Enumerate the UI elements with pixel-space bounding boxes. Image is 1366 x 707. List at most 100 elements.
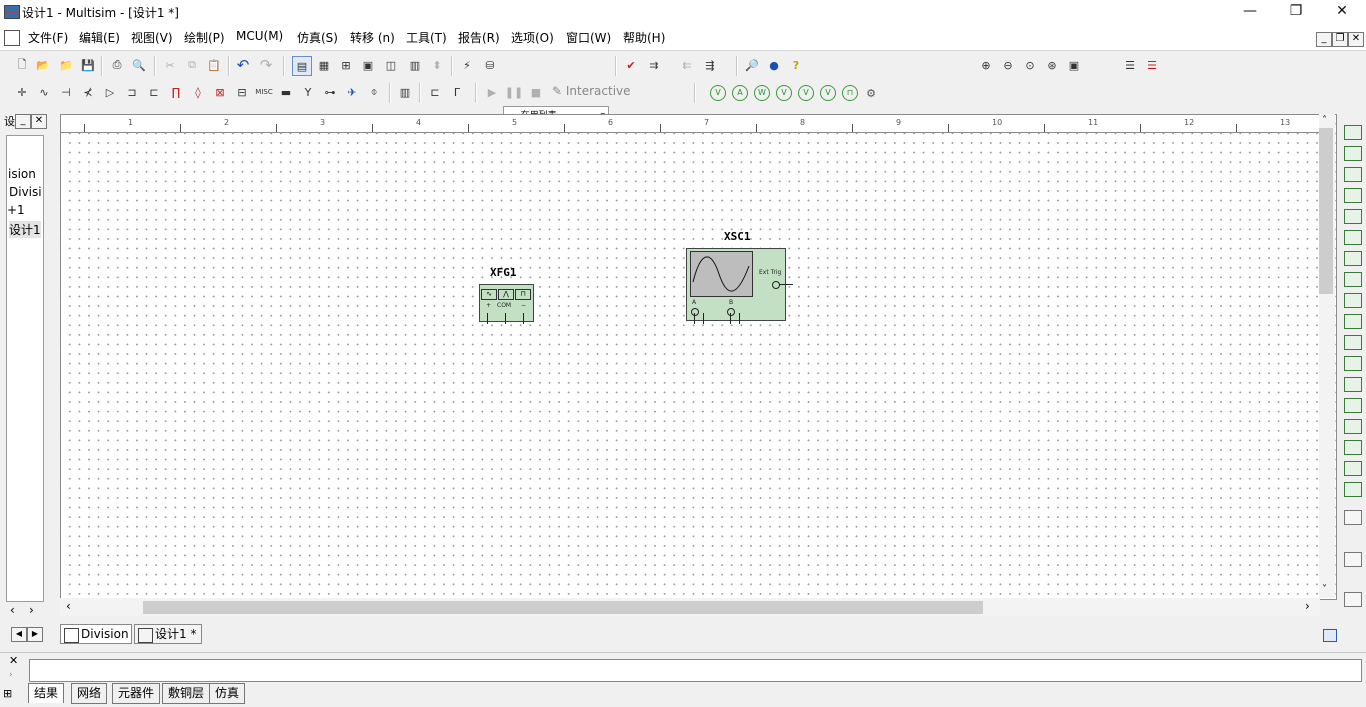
power-icon[interactable]: ⊟ [233,83,251,101]
cmos-icon[interactable]: ⊏ [145,83,163,101]
pause-icon[interactable]: ❚❚ [505,83,523,101]
probe-settings-icon[interactable]: ⚙ [862,84,880,102]
parent-sheet-icon[interactable]: ⬍ [428,56,446,74]
forward-annotate-icon[interactable]: ⇇ [678,56,696,74]
cut-icon[interactable]: ✂ [161,56,179,74]
tree-item-division-sheet[interactable]: Divisi [9,185,42,199]
scroll-left-icon[interactable]: ‹ [10,603,15,617]
distortion-analyzer-icon[interactable] [1344,356,1362,371]
minimize-button[interactable]: — [1227,0,1273,24]
agilent-function-generator-icon[interactable] [1344,419,1362,434]
undo-icon[interactable]: ↶ [234,56,252,74]
connectors-icon[interactable]: ⌽ [365,83,383,101]
component-wizard-icon[interactable]: ⚡ [458,56,476,74]
scroll-down-icon[interactable]: ˅ [1322,584,1327,595]
tab-simulation[interactable]: 仿真 [209,683,246,704]
ext-trig-terminal[interactable] [772,281,780,289]
close-button[interactable]: ✕ [1319,0,1365,24]
ni-components-icon[interactable]: ✈ [343,83,361,101]
zoom-sheet-icon[interactable]: ⊛ [1043,56,1061,74]
grapher-icon[interactable]: ◫ [382,56,400,74]
ttl-icon[interactable]: ⊐ [123,83,141,101]
find-examples-icon[interactable]: 🔎 [743,56,761,74]
spreadsheet-close-icon[interactable]: ✕ [9,654,18,667]
transfer-icon[interactable]: ⇶ [701,56,719,74]
bus-icon[interactable]: Γ [448,83,466,101]
frequency-counter-icon[interactable] [1344,251,1362,266]
menu-window[interactable]: 窗口(W) [566,29,611,46]
source-icon[interactable]: ✛ [13,83,31,101]
document-navigator-icon[interactable] [1323,629,1337,642]
xfg1-pin-minus[interactable] [523,313,524,324]
agilent-oscilloscope-icon[interactable] [1344,461,1362,476]
labview-instrument-icon[interactable] [1344,510,1362,525]
zoom-in-icon[interactable]: ⊕ [977,56,995,74]
maximize-button[interactable]: ❐ [1273,0,1319,24]
mcu-icon[interactable]: ▥ [396,83,414,101]
panel-pin-button[interactable]: _ [15,114,31,129]
hierarchical-block-icon[interactable]: ⊏ [426,83,444,101]
menu-file[interactable]: 文件(F) [28,29,68,46]
panel-next-button[interactable]: ▶ [27,627,43,642]
scroll-up-icon[interactable]: ˄ [1322,115,1327,126]
design-toolbox-icon[interactable]: ▤ [292,56,312,76]
transistor-icon[interactable]: ⊀ [79,83,97,101]
xfg1-pin-com[interactable] [505,313,506,324]
oscilloscope-icon[interactable] [1344,188,1362,203]
tektronix-oscilloscope-icon[interactable] [1344,482,1362,497]
save-icon[interactable]: 💾 [79,56,97,74]
rf-icon[interactable]: Y [299,83,317,101]
print-icon[interactable]: ⎙ [108,56,126,74]
channel-b-terminal[interactable] [727,308,735,316]
menu-mcu[interactable]: MCU(M) [236,29,283,43]
tree-item-division[interactable]: ision [8,167,36,181]
bus-vector-icon[interactable]: ☰ [1121,56,1139,74]
database-manager-icon[interactable]: ▣ [359,56,377,74]
doc-tab-design1[interactable]: 设计1 * [134,624,202,644]
misc-icon[interactable]: MISC [255,83,273,101]
tab-components[interactable]: 元器件 [112,683,161,704]
panel-close-button[interactable]: ✕ [31,114,47,129]
menu-transfer[interactable]: 转移 (n) [350,29,395,46]
horizontal-scroll-thumb[interactable] [143,601,983,614]
iv-analyzer-icon[interactable] [1344,335,1362,350]
probe-voltage-icon[interactable]: V [710,85,726,101]
xsc1-pin-b-plus[interactable] [730,313,731,324]
multimeter-icon[interactable] [1344,125,1362,140]
mixed-icon[interactable]: ◊ [189,83,207,101]
panel-prev-button[interactable]: ◀ [11,627,27,642]
probe-digital-icon[interactable]: ⊓ [842,85,858,101]
menu-tools[interactable]: 工具(T) [406,29,447,46]
menu-options[interactable]: 选项(O) [511,29,554,46]
indicator-icon[interactable]: ⊠ [211,83,229,101]
scroll-right-icon[interactable]: › [29,603,34,617]
channel-a-terminal[interactable] [691,308,699,316]
current-probe-icon[interactable] [1344,592,1362,607]
wattmeter-icon[interactable] [1344,167,1362,182]
probe-voltage-current-icon[interactable]: V [798,85,814,101]
tab-nets[interactable]: 网络 [71,683,108,704]
analog-icon[interactable]: ▷ [101,83,119,101]
hierarchy-icon[interactable]: ☰ [1143,56,1161,74]
menu-view[interactable]: 视图(V) [131,29,173,46]
paste-icon[interactable]: 📋 [205,56,223,74]
mdi-restore-button[interactable]: ❐ [1332,32,1348,47]
scroll-left-arrow-icon[interactable]: ‹ [66,599,71,613]
probe-power-icon[interactable]: W [754,85,770,101]
menu-help[interactable]: 帮助(H) [623,29,665,46]
tree-item-design1[interactable]: +1 [7,203,25,217]
probe-current-icon[interactable]: A [732,85,748,101]
probe-differential-icon[interactable]: V [776,85,792,101]
vertical-scroll-thumb[interactable] [1319,128,1333,294]
spice-netlist-icon[interactable]: ⊞ [337,56,355,74]
menu-reports[interactable]: 报告(R) [458,29,500,46]
zoom-area-icon[interactable]: ⊙ [1021,56,1039,74]
logic-analyzer-icon[interactable] [1344,314,1362,329]
results-field[interactable] [29,659,1362,682]
schematic-canvas[interactable] [60,114,1337,600]
run-icon[interactable]: ▶ [483,83,501,101]
electromechanical-icon[interactable]: ⊶ [321,83,339,101]
xfg1-pin-plus[interactable] [487,313,488,324]
probe-reference-icon[interactable]: V [820,85,836,101]
function-generator-icon[interactable] [1344,146,1362,161]
